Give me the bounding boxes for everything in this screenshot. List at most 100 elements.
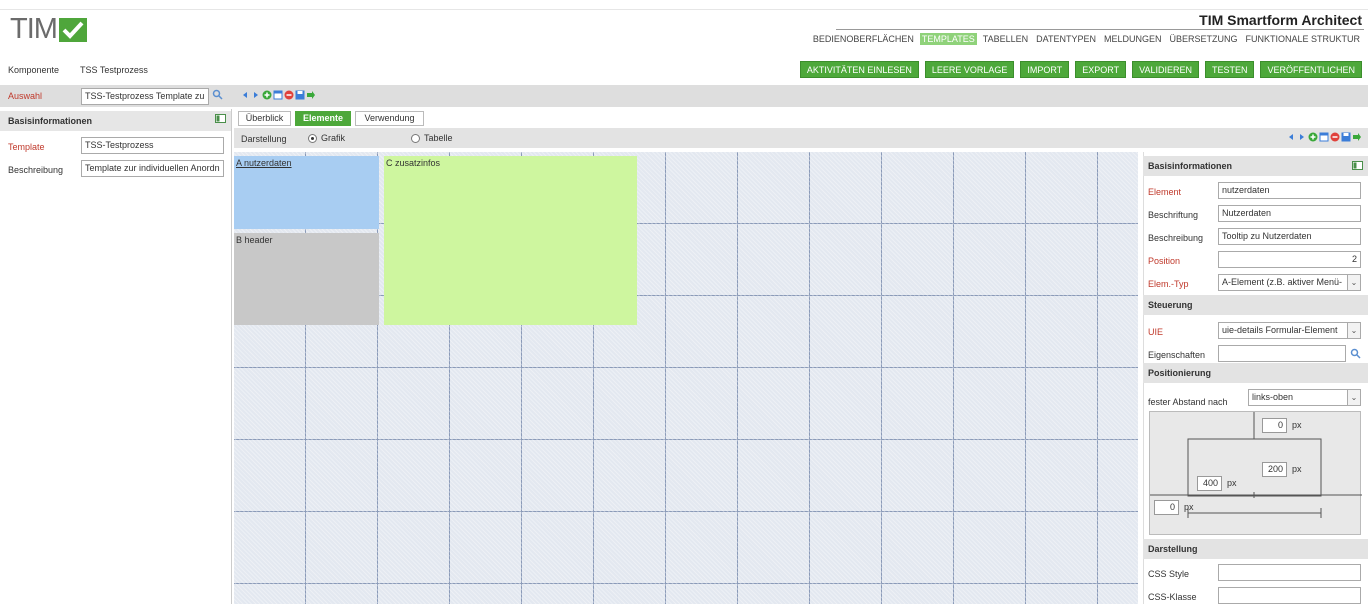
radio-tabelle[interactable]: Tabelle	[411, 133, 453, 143]
radio-grafik-label: Grafik	[321, 133, 346, 143]
steuerung-section-header: Steuerung	[1143, 295, 1368, 315]
abstand-select[interactable]: links-oben ⌄	[1248, 389, 1361, 406]
abstand-value: links-oben	[1252, 392, 1294, 402]
eigenschaften-label: Eigenschaften	[1148, 350, 1206, 360]
app-title: TIM Smartform Architect	[1199, 12, 1362, 28]
top-divider	[0, 9, 1368, 10]
copy-icon[interactable]	[273, 90, 283, 100]
logo-text: TIM	[10, 13, 58, 45]
css-style-label: CSS Style	[1148, 569, 1190, 579]
add-icon[interactable]	[262, 90, 272, 100]
nav-uebersetzung[interactable]: ÜBERSETZUNG	[1167, 33, 1239, 45]
arrow-left-icon[interactable]	[240, 90, 250, 100]
nav-funktionale-struktur[interactable]: FUNKTIONALE STRUKTUR	[1243, 33, 1362, 45]
search-icon[interactable]	[1350, 348, 1361, 361]
arrow-right-icon[interactable]	[1297, 132, 1307, 142]
action-button-bar: AKTIVITÄTEN EINLESEN LEERE VORLAGE IMPOR…	[799, 61, 1362, 78]
tab-verwendung[interactable]: Verwendung	[355, 111, 424, 126]
auswahl-input[interactable]: TSS-Testprozess Template zu	[81, 88, 209, 105]
beschreibung-label-right: Beschreibung	[1148, 233, 1204, 243]
save-icon[interactable]	[295, 90, 305, 100]
title-divider	[836, 29, 1364, 30]
basis-section-header: Basisinformationen	[1143, 156, 1368, 176]
leere-vorlage-button[interactable]: LEERE VORLAGE	[924, 61, 1015, 78]
position-field[interactable]: 2	[1218, 251, 1361, 268]
chevron-down-icon[interactable]: ⌄	[1347, 323, 1360, 338]
height-input[interactable]: 200	[1262, 462, 1287, 477]
css-klasse-label: CSS-Klasse	[1148, 592, 1197, 602]
element-field[interactable]: nutzerdaten	[1218, 182, 1361, 199]
nav-bedienoberflaechen[interactable]: BEDIENOBERFLÄCHEN	[811, 33, 916, 45]
elemtyp-select[interactable]: A-Element (z.B. aktiver Menü- ⌄	[1218, 274, 1361, 291]
copy-icon[interactable]	[1319, 132, 1329, 142]
validieren-button[interactable]: VALIDIEREN	[1132, 61, 1199, 78]
top-offset-input[interactable]: 0	[1262, 418, 1287, 433]
elemtyp-label: Elem.-Typ	[1148, 279, 1189, 289]
nav-tabellen[interactable]: TABELLEN	[981, 33, 1030, 45]
panel-toggle-icon[interactable]	[1352, 161, 1363, 172]
nav-templates[interactable]: TEMPLATES	[919, 33, 977, 45]
radio-grafik-circle[interactable]	[308, 133, 317, 143]
left-offset-input[interactable]: 0	[1154, 500, 1179, 515]
uie-select[interactable]: uie-details Formular-Element ⌄	[1218, 322, 1361, 339]
komponente-value: TSS Testprozess	[80, 65, 148, 75]
css-klasse-field[interactable]	[1218, 587, 1361, 604]
arrow-left-icon[interactable]	[1286, 132, 1296, 142]
chevron-down-icon[interactable]: ⌄	[1347, 275, 1360, 290]
width-input[interactable]: 400	[1197, 476, 1222, 491]
auswahl-toolbar	[240, 90, 316, 100]
nav-datentypen[interactable]: DATENTYPEN	[1034, 33, 1098, 45]
exit-icon[interactable]	[306, 90, 316, 100]
beschriftung-field[interactable]: Nutzerdaten	[1218, 205, 1361, 222]
search-icon[interactable]	[212, 89, 223, 102]
delete-icon[interactable]	[1330, 132, 1340, 142]
exit-icon[interactable]	[1352, 132, 1362, 142]
tab-ueberblick[interactable]: Überblick	[238, 111, 291, 126]
positionierung-section-header: Positionierung	[1143, 363, 1368, 383]
radio-grafik[interactable]: Grafik	[308, 133, 345, 143]
uie-value: uie-details Formular-Element	[1222, 325, 1338, 335]
arrow-right-icon[interactable]	[251, 90, 261, 100]
left-offset-unit: px	[1184, 502, 1194, 512]
beschreibung-field[interactable]: Template zur individuellen Anordn	[81, 160, 224, 177]
radio-tabelle-circle[interactable]	[411, 133, 420, 143]
save-icon[interactable]	[1341, 132, 1351, 142]
nav-meldungen[interactable]: MELDUNGEN	[1102, 33, 1164, 45]
elemtyp-value: A-Element (z.B. aktiver Menü-	[1222, 277, 1343, 287]
block-header-label: B header	[236, 235, 273, 245]
uie-label: UIE	[1148, 327, 1164, 337]
tim-logo: TIM	[10, 14, 87, 44]
top-offset-unit: px	[1292, 420, 1302, 430]
beschreibung-field-right[interactable]: Tooltip zu Nutzerdaten	[1218, 228, 1361, 245]
chevron-down-icon[interactable]: ⌄	[1347, 390, 1360, 405]
block-zusatzinfos[interactable]: C zusatzinfos	[384, 156, 637, 325]
template-field[interactable]: TSS-Testprozess	[81, 137, 224, 154]
layout-canvas[interactable]: A nutzerdaten B header C zusatzinfos	[234, 152, 1138, 604]
block-header[interactable]: B header	[234, 233, 379, 325]
abstand-label: fester Abstand nach	[1148, 397, 1228, 407]
eigenschaften-field[interactable]	[1218, 345, 1346, 362]
left-panel	[0, 109, 232, 604]
veroeffentlichen-button[interactable]: VERÖFFENTLICHEN	[1260, 61, 1362, 78]
steuerung-section-title: Steuerung	[1148, 300, 1193, 310]
css-style-field[interactable]	[1218, 564, 1361, 581]
add-icon[interactable]	[1308, 132, 1318, 142]
panel-toggle-icon[interactable]	[215, 114, 226, 125]
import-button[interactable]: IMPORT	[1020, 61, 1070, 78]
auswahl-label: Auswahl	[8, 91, 43, 101]
darstellung-section-title: Darstellung	[1148, 544, 1198, 554]
export-button[interactable]: EXPORT	[1075, 61, 1127, 78]
testen-button[interactable]: TESTEN	[1204, 61, 1255, 78]
darstellung-bar	[234, 128, 1368, 148]
height-unit: px	[1292, 464, 1302, 474]
block-nutzerdaten[interactable]: A nutzerdaten	[234, 156, 379, 229]
darstellung-label: Darstellung	[241, 134, 287, 144]
delete-icon[interactable]	[284, 90, 294, 100]
position-label: Position	[1148, 256, 1181, 266]
template-label: Template	[8, 142, 45, 152]
tab-elemente[interactable]: Elemente	[295, 111, 351, 126]
block-nutzerdaten-label: A nutzerdaten	[236, 158, 292, 168]
positionierung-section-title: Positionierung	[1148, 368, 1211, 378]
aktivitaeten-einlesen-button[interactable]: AKTIVITÄTEN EINLESEN	[799, 61, 919, 78]
position-diagram-lines	[1150, 412, 1362, 518]
